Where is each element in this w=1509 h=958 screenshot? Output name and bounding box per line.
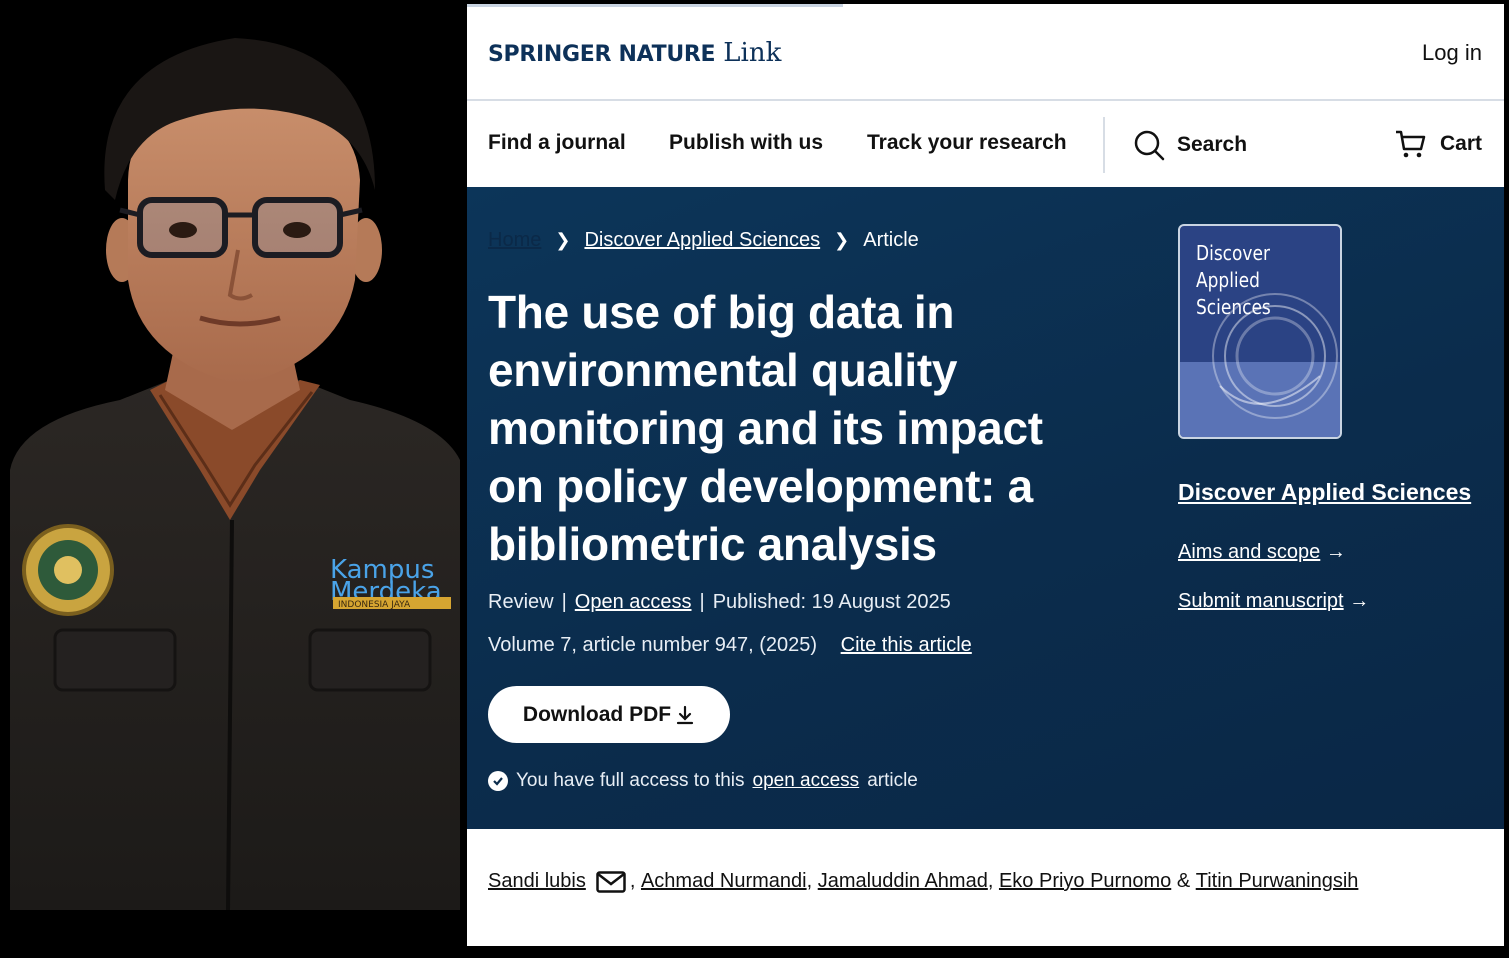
search-button[interactable]: Search [1133, 129, 1247, 161]
search-label: Search [1177, 133, 1248, 156]
nav-find-journal[interactable]: Find a journal [488, 131, 626, 155]
arrow-right-icon: → [1325, 541, 1346, 563]
access-suffix: article [867, 770, 918, 791]
open-access-link[interactable]: Open access [575, 591, 692, 613]
access-notice: You have full access to this open access… [488, 770, 918, 792]
author-separator: , [629, 870, 636, 892]
author-photo: Kampus Merdeka INDONESIA JAYA [0, 0, 466, 958]
springer-nature-link-logo[interactable]: SPRINGER NATURE Link [488, 38, 781, 68]
article-volume-row: Volume 7, article number 947, (2025) Cit… [488, 634, 972, 657]
published-date: Published: 19 August 2025 [712, 591, 951, 613]
nav-divider [1103, 117, 1105, 173]
submit-manuscript-link[interactable]: Submit manuscript → [1178, 590, 1369, 613]
chevron-right-icon: ❯ [834, 230, 850, 250]
article-volume: Volume 7, article number 947, (2025) [488, 634, 818, 656]
journal-cover[interactable]: Discover Applied Sciences [1178, 224, 1342, 439]
main-nav: Find a journal Publish with us Track you… [467, 103, 1504, 187]
cart-icon [1395, 130, 1426, 158]
author-link[interactable]: Sandi lubis [488, 870, 586, 893]
jacket-text-indonesia: INDONESIA JAYA [338, 600, 411, 610]
author-link[interactable]: Achmad Nurmandi [641, 870, 807, 893]
springer-article-page: SPRINGER NATURE Link Log in Find a journ… [467, 4, 1504, 946]
author-list: Sandi lubis , Achmad Nurmandi, Jamaluddi… [488, 870, 1358, 893]
article-meta: Review | Open access | Published: 19 August … [488, 591, 951, 613]
logo-suffix: Link [723, 38, 782, 68]
author-portrait-illustration: Kampus Merdeka INDONESIA JAYA [10, 38, 460, 911]
author-separator: , [987, 870, 994, 892]
article-type: Review [488, 591, 554, 613]
aims-scope-link[interactable]: Aims and scope → [1178, 541, 1346, 564]
search-icon [1134, 130, 1165, 161]
cover-title: Discover Applied Sciences [1196, 241, 1271, 319]
breadcrumb-journal[interactable]: Discover Applied Sciences [584, 229, 820, 252]
checkmark-icon [488, 771, 508, 791]
chevron-right-icon: ❯ [555, 230, 571, 250]
author-separator: , [806, 870, 813, 892]
cite-article-link[interactable]: Cite this article [841, 634, 972, 656]
download-icon [676, 705, 694, 724]
breadcrumb: Home ❯ Discover Applied Sciences ❯ Artic… [488, 229, 919, 252]
top-bar: SPRINGER NATURE Link Log in [467, 4, 1504, 101]
logo-brand: SPRINGER NATURE [488, 42, 716, 67]
access-prefix: You have full access to this [516, 770, 745, 791]
author-link[interactable]: Jamaluddin Ahmad [818, 870, 988, 893]
login-link[interactable]: Log in [1422, 40, 1482, 66]
submit-manuscript-label: Submit manuscript [1178, 590, 1344, 612]
download-pdf-label: Download PDF [522, 702, 672, 726]
cart-button[interactable]: Cart [1394, 129, 1482, 159]
email-icon[interactable] [596, 870, 626, 893]
author-link[interactable]: Titin Purwaningsih [1196, 870, 1359, 893]
sidebar-journal-link[interactable]: Discover Applied Sciences [1178, 479, 1471, 506]
access-open-access-link[interactable]: open access [753, 770, 860, 792]
download-pdf-button[interactable]: Download PDF [488, 686, 730, 743]
nav-track-research[interactable]: Track your research [867, 131, 1067, 155]
breadcrumb-home[interactable]: Home [488, 229, 541, 252]
aims-scope-label: Aims and scope [1178, 541, 1321, 563]
cart-label: Cart [1439, 132, 1482, 155]
author-link[interactable]: Eko Priyo Purnomo [999, 870, 1171, 893]
arrow-right-icon: → [1349, 590, 1370, 612]
article-hero: Home ❯ Discover Applied Sciences ❯ Artic… [467, 187, 1504, 829]
breadcrumb-current: Article [863, 229, 919, 251]
article-title: The use of big data in environmental qua… [488, 286, 1043, 570]
nav-publish[interactable]: Publish with us [669, 131, 823, 155]
author-and: & [1176, 870, 1191, 892]
